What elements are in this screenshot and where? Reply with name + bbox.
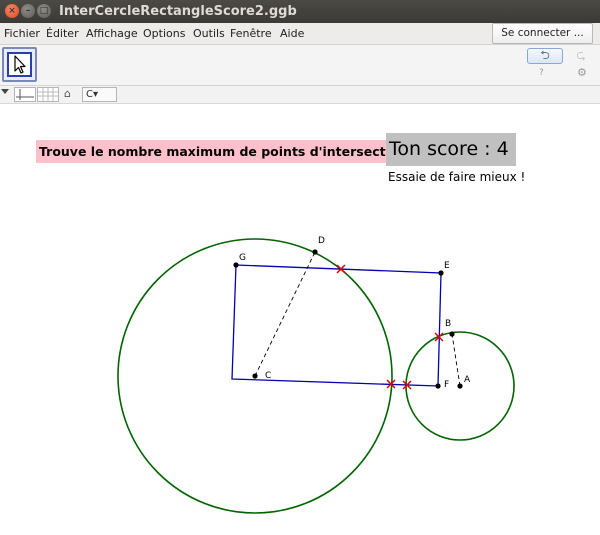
menu-outils[interactable]: Outils [193, 27, 225, 40]
point-f[interactable]: F [435, 380, 449, 390]
show-grid-button[interactable] [37, 87, 59, 102]
toolbar: ⮌ ⮎ ? ⚙ [0, 45, 600, 86]
radius-segment-ab [451, 333, 461, 387]
point-e[interactable]: E [438, 261, 450, 276]
point-label-b: B [445, 319, 451, 329]
menu-fichier[interactable]: Fichier [4, 27, 40, 40]
undo-button[interactable]: ⮌ [527, 48, 563, 64]
menu-editer[interactable]: Éditer [46, 27, 79, 40]
point-d[interactable]: D [312, 236, 325, 255]
window-titlebar: × – □ InterCercleRectangleScore2.ggb [0, 0, 600, 23]
point-label-c: C [265, 371, 271, 381]
point-a[interactable]: A [457, 375, 471, 389]
close-window-button[interactable]: × [5, 4, 19, 18]
radius-segment-cd [254, 251, 316, 377]
point-capture-dropdown[interactable]: C▾ [82, 87, 117, 102]
move-arrow-icon [7, 52, 32, 77]
minimize-window-button[interactable]: – [21, 4, 35, 18]
menu-bar: Fichier Éditer Affichage Options Outils … [0, 23, 600, 45]
gear-icon[interactable]: ⚙ [577, 66, 587, 79]
construction-canvas[interactable]: G E D C B A F [0, 105, 600, 535]
stylebar-toggle-icon[interactable] [1, 89, 9, 94]
menu-fenetre[interactable]: Fenêtre [230, 27, 272, 40]
help-icon[interactable]: ? [539, 68, 544, 78]
menu-options[interactable]: Options [143, 27, 185, 40]
graphics-view[interactable]: Trouve le nombre maximum de points d'int… [0, 105, 600, 535]
window-title: InterCercleRectangleScore2.ggb [59, 4, 297, 19]
move-tool-button[interactable] [2, 47, 37, 82]
menu-aide[interactable]: Aide [280, 27, 304, 40]
redo-button[interactable]: ⮎ [565, 48, 597, 64]
intersection-markers [336, 264, 444, 390]
show-axes-button[interactable] [14, 87, 36, 102]
menu-affichage[interactable]: Affichage [86, 27, 138, 40]
home-icon[interactable]: ⌂ [64, 87, 71, 100]
point-label-e: E [444, 261, 450, 271]
point-label-g: G [239, 253, 246, 263]
point-label-f: F [444, 380, 449, 390]
style-bar: ⌂ C▾ [0, 86, 600, 104]
point-label-d: D [318, 236, 325, 246]
maximize-window-button[interactable]: □ [37, 4, 51, 18]
point-label-a: A [464, 375, 471, 385]
sign-in-button[interactable]: Se connecter ... [492, 23, 593, 44]
